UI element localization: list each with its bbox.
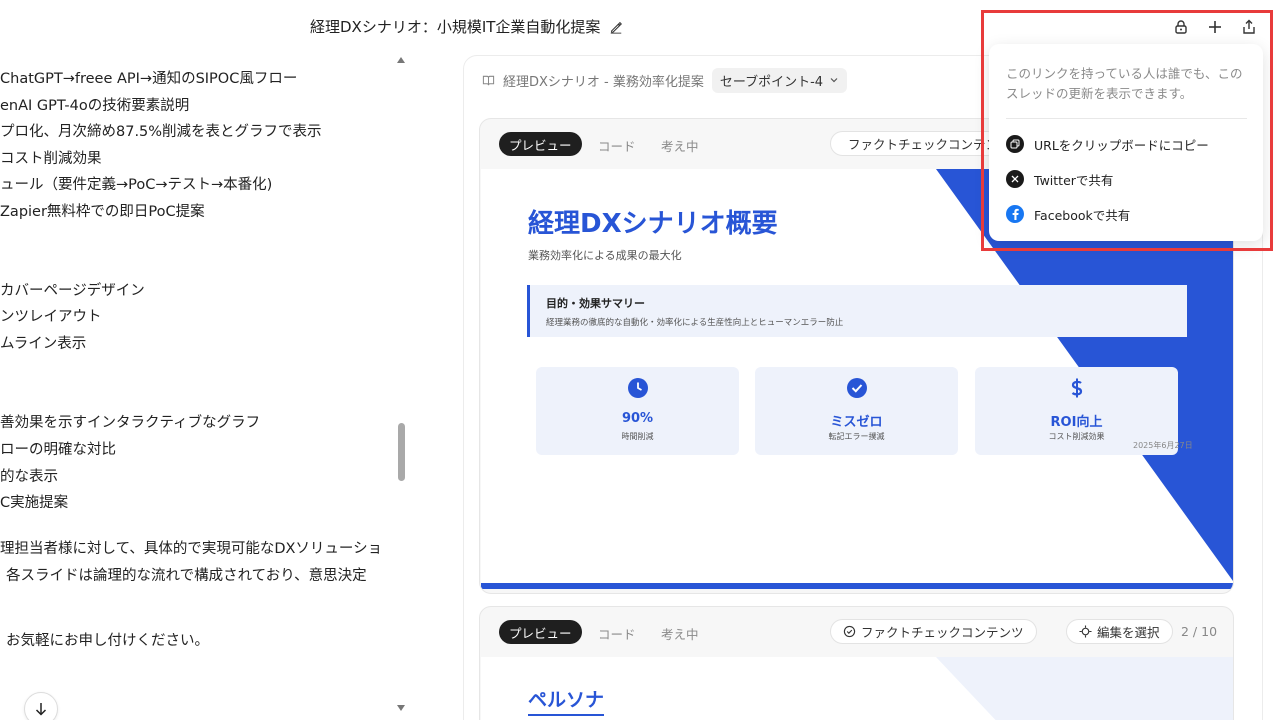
divider [1006, 118, 1247, 119]
metric-value: ミスゼロ [830, 415, 883, 430]
metric-card: 90% 時間削減 [536, 367, 739, 455]
share-popover: このリンクを持っている人は誰でも、このスレッドの更新を表示できます。 URLをク… [989, 44, 1263, 241]
savepoint-dropdown[interactable]: セーブポイント-4 [711, 67, 848, 93]
copy-url-label: URLをクリップボードにコピー [1034, 137, 1209, 153]
check-circle-icon [843, 625, 856, 638]
chat-line: お気軽にお申し付けください。 [6, 633, 209, 649]
slide-title: ペルソナ [528, 685, 605, 716]
chat-line: ChatGPT→freee API→通知のSIPOC風フロー [0, 71, 298, 87]
twitter-x-icon [1006, 170, 1024, 188]
select-edit-label: 編集を選択 [1097, 625, 1160, 640]
tab-code[interactable]: コード [598, 136, 636, 155]
factcheck-button[interactable]: ファクトチェックコンテンツ [830, 619, 1037, 644]
metric-label: 時間削減 [621, 432, 654, 441]
copy-url-button[interactable]: URLをクリップボードにコピー [1006, 134, 1209, 154]
page-count: 2 / 10 [1181, 624, 1218, 639]
summary-heading: 目的・効果サマリー [546, 297, 645, 310]
chat-line: 善効果を示すインタラクティブなグラフ [0, 415, 261, 431]
chat-line: ムライン表示 [0, 336, 87, 352]
chat-line: プロ化、月次締め87.5%削減を表とグラフで表示 [0, 124, 322, 140]
metric-label: 転記エラー撲滅 [828, 432, 885, 441]
plus-icon[interactable] [1204, 16, 1226, 38]
chat-line: コスト削減効果 [0, 151, 102, 167]
lock-icon[interactable] [1170, 16, 1192, 38]
panel-title: 経理DXシナリオ - 業務効率化提案 [503, 74, 704, 90]
document-title-text: 経理DXシナリオ：小規模IT企業自動化提案 [310, 18, 601, 36]
metric-value: 90% [621, 411, 654, 426]
chat-line: ンツレイアウト [0, 309, 102, 325]
chat-line: カバーページデザイン [0, 283, 145, 299]
chat-line: 的な表示 [0, 469, 58, 485]
slide-card: プレビュー コード 考え中 ファクトチェックコンテンツ 編集を選択 2 / 10… [479, 606, 1234, 720]
factcheck-button[interactable]: ファクトチェックコンテンツ [830, 131, 1000, 156]
chat-line: ローの明確な対比 [0, 442, 116, 458]
select-edit-button[interactable]: 編集を選択 [1066, 619, 1173, 644]
chat-line: ュール（要件定義→PoC→テスト→本番化) [0, 177, 273, 193]
book-icon [482, 75, 495, 85]
panel-header: 経理DXシナリオ - 業務効率化提案 セーブポイント-4 [482, 67, 848, 93]
chat-line: 理担当者様に対して、具体的で実現可能なDXソリューショ [0, 541, 383, 557]
pencil-icon[interactable] [609, 20, 623, 34]
slide-preview: ペルソナ [481, 657, 1233, 720]
share-twitter-button[interactable]: Twitterで共有 [1006, 169, 1113, 189]
slide-card-toolbar: プレビュー コード 考え中 ファクトチェックコンテンツ 編集を選択 2 / 10 [480, 607, 1233, 657]
chat-transcript: ChatGPT→freee API→通知のSIPOC風フロー enAI GPT-… [0, 40, 395, 720]
chat-line: Zapier無料枠での即日PoC提案 [0, 204, 205, 220]
chat-line: 各スライドは論理的な流れで構成されており、意思決定 [6, 568, 367, 584]
chat-line: C実施提案 [0, 495, 69, 511]
slide-bottom-bar [481, 583, 1233, 589]
share-facebook-button[interactable]: Facebookで共有 [1006, 204, 1130, 224]
slide-date: 2025年6月27日 [1133, 441, 1193, 450]
tab-thinking[interactable]: 考え中 [661, 136, 699, 155]
chat-scrollbar[interactable] [395, 56, 407, 716]
summary-box: 目的・効果サマリー 経理業務の徹底的な自動化・効率化による生産性向上とヒューマン… [527, 285, 1187, 337]
share-facebook-label: Facebookで共有 [1034, 207, 1131, 223]
copy-icon [1006, 135, 1024, 153]
tab-code[interactable]: コード [598, 624, 636, 643]
arrow-down-icon [35, 703, 47, 716]
slide-subtitle: 業務効率化による成果の最大化 [528, 249, 682, 262]
dollar-icon [1071, 378, 1083, 398]
share-icon[interactable] [1238, 16, 1260, 38]
document-title[interactable]: 経理DXシナリオ：小規模IT企業自動化提案 [310, 16, 623, 37]
scroll-down-arrow-icon[interactable] [397, 704, 405, 712]
chat-line: enAI GPT-4oの技術要素説明 [0, 98, 190, 114]
tab-thinking[interactable]: 考え中 [661, 624, 699, 643]
clock-icon [628, 378, 648, 398]
check-circle-icon [847, 378, 867, 398]
facebook-icon [1006, 205, 1024, 223]
metric-card: ミスゼロ 転記エラー撲滅 [755, 367, 958, 455]
metric-value: ROI向上 [1050, 415, 1103, 430]
share-twitter-label: Twitterで共有 [1034, 172, 1114, 188]
top-actions [1170, 16, 1260, 38]
share-note: このリンクを持っている人は誰でも、このスレッドの更新を表示できます。 [1006, 66, 1243, 101]
savepoint-label: セーブポイント-4 [719, 74, 824, 90]
scrollbar-thumb[interactable] [398, 423, 405, 481]
tab-preview[interactable]: プレビュー [499, 620, 582, 644]
factcheck-label: ファクトチェックコンテンツ [861, 625, 1024, 640]
scroll-up-arrow-icon[interactable] [397, 56, 405, 64]
slide-title: 経理DXシナリオ概要 [528, 209, 778, 239]
tab-preview[interactable]: プレビュー [499, 132, 582, 156]
scroll-to-bottom-button[interactable] [24, 692, 58, 720]
crosshair-icon [1079, 625, 1092, 638]
factcheck-label: ファクトチェックコンテンツ [848, 137, 1000, 152]
summary-text: 経理業務の徹底的な自動化・効率化による生産性向上とヒューマンエラー防止 [546, 318, 844, 328]
chevron-down-icon [830, 78, 838, 83]
